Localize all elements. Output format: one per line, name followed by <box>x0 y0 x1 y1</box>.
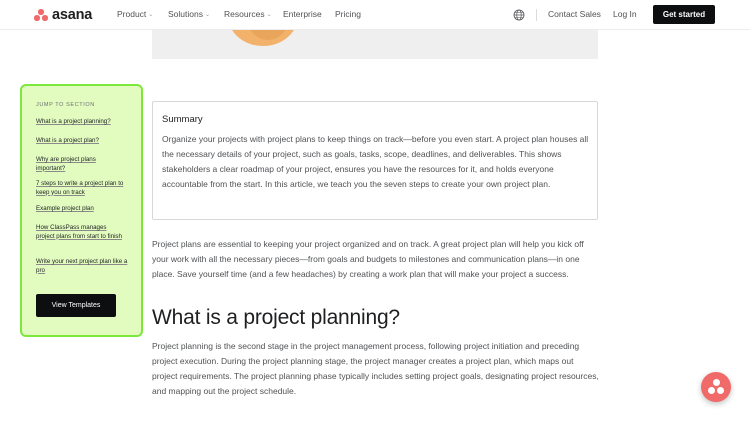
nav-enterprise-label: Enterprise <box>283 9 322 19</box>
intro-paragraph: Project plans are essential to keeping y… <box>152 239 584 279</box>
jump-link-example-plan[interactable]: Example project plan <box>36 205 136 214</box>
chevron-down-icon: ⌄ <box>266 11 272 18</box>
chevron-down-icon: ⌄ <box>204 11 210 18</box>
nav-product-label: Product <box>117 9 147 19</box>
nav-solutions[interactable]: Solutions ⌄ <box>168 9 210 19</box>
nav-solutions-label: Solutions <box>168 9 203 19</box>
asana-logo[interactable]: asana <box>34 7 92 23</box>
logo-wordmark: asana <box>52 7 93 23</box>
log-in-link[interactable]: Log In <box>613 9 637 19</box>
summary-title: Summary <box>162 114 203 125</box>
jump-to-section-title: JUMP TO SECTION <box>36 102 95 108</box>
get-started-button[interactable]: Get started <box>653 5 715 24</box>
top-nav: asana Product ⌄ Solutions ⌄ Resources ⌄ … <box>0 0 750 30</box>
nav-resources[interactable]: Resources ⌄ <box>224 9 272 19</box>
nav-pricing[interactable]: Pricing <box>335 9 361 19</box>
nav-enterprise[interactable]: Enterprise <box>283 9 322 19</box>
hero-image <box>152 30 598 59</box>
jump-link-why-important[interactable]: Why are project plans important? <box>36 156 116 173</box>
section-paragraph: Project planning is the second stage in … <box>152 341 599 396</box>
nav-resources-label: Resources <box>224 9 265 19</box>
asana-logo-icon <box>34 9 48 21</box>
jump-link-7-steps[interactable]: 7 steps to write a project plan to keep … <box>36 180 134 197</box>
jump-to-section: JUMP TO SECTION What is a project planni… <box>20 84 143 337</box>
nav-pricing-label: Pricing <box>335 9 361 19</box>
section-heading: What is a project planning? <box>152 306 400 329</box>
jump-link-what-is-project-plan[interactable]: What is a project plan? <box>36 137 136 146</box>
jump-link-classpass[interactable]: How ClassPass manages project plans from… <box>36 224 122 241</box>
jump-link-what-is-project-planning[interactable]: What is a project planning? <box>36 118 136 127</box>
nav-divider <box>536 9 537 21</box>
globe-icon[interactable] <box>513 9 525 21</box>
summary-box: Summary Organize your projects with proj… <box>152 101 598 220</box>
asana-chat-icon[interactable] <box>701 372 731 402</box>
nav-product[interactable]: Product ⌄ <box>117 9 153 19</box>
view-templates-button[interactable]: View Templates <box>36 294 116 317</box>
jump-link-write-next-plan[interactable]: Write your next project plan like a pro <box>36 258 130 275</box>
summary-text: Organize your projects with project plan… <box>162 134 589 189</box>
chevron-down-icon: ⌄ <box>148 11 154 18</box>
contact-sales-link[interactable]: Contact Sales <box>548 9 601 19</box>
